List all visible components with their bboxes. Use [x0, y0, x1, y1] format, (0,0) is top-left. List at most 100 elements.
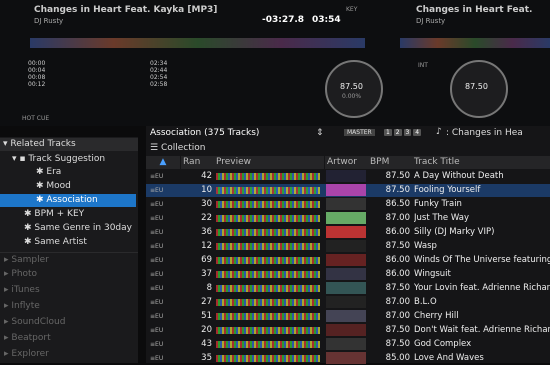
deck-right-waveform[interactable] [400, 38, 550, 48]
music-note-icon: ♪ [436, 127, 442, 137]
row-menu-icon: ≡EU [150, 173, 164, 180]
table-row[interactable]: ≡EU 30 86.50 Funky Train [146, 198, 550, 211]
hot-cue-list: 00:00 00:04 00:08 00:12 [28, 60, 168, 88]
row-menu-icon: ≡EU [150, 215, 164, 222]
preview-waveform[interactable] [216, 338, 320, 351]
table-row[interactable]: ≡EU 51 87.00 Cherry Hill [146, 310, 550, 323]
column-header-preview[interactable]: Preview [214, 156, 324, 169]
source-label: SoundCloud [11, 317, 66, 327]
row-menu-icon: ≡EU [150, 355, 164, 362]
tree-item-association[interactable]: ✱ Association [0, 194, 136, 207]
cue-time[interactable]: 00:00 [28, 60, 168, 67]
row-menu-icon: ≡EU [150, 313, 164, 320]
tree-item-same-artist[interactable]: ✱ Same Artist [24, 236, 87, 249]
preview-waveform[interactable] [216, 184, 320, 197]
deck-left-tempo: 0.00% [342, 93, 362, 100]
preview-waveform[interactable] [216, 324, 320, 337]
deck-button-3[interactable]: 3 [403, 129, 412, 136]
bpm-cell: 86.50 [385, 199, 410, 209]
row-menu-icon: ≡EU [150, 341, 164, 348]
column-header-rank[interactable]: Ran [181, 156, 215, 169]
deck-left-waveform[interactable] [30, 38, 365, 48]
deck-button-1[interactable]: 1 [384, 129, 392, 136]
table-row[interactable]: ≡EU 10 87.50 Fooling Yourself [146, 184, 550, 197]
deck-left-title: Changes in Heart Feat. Kayka [MP3] [34, 5, 218, 15]
sort-up-icon[interactable]: ▲ [146, 156, 180, 169]
asterisk-icon: ✱ [24, 209, 35, 219]
bpm-cell: 87.50 [385, 325, 410, 335]
tree-source-explorer[interactable]: ▸ Explorer [4, 348, 49, 361]
section-title: Related Tracks [10, 139, 76, 149]
collection-label: Collection [160, 143, 206, 153]
tree-item-same-genre[interactable]: ✱ Same Genre in 30day [24, 222, 132, 235]
artwork-thumbnail [326, 184, 366, 197]
deck-left-time-total: 03:54 [312, 15, 341, 25]
column-header-bpm[interactable]: BPM [368, 156, 412, 169]
cue-time[interactable]: 00:08 [28, 74, 168, 81]
preview-waveform[interactable] [216, 310, 320, 323]
sort-chevron-icon[interactable]: ⇕ [316, 128, 324, 138]
preview-waveform[interactable] [216, 254, 320, 267]
preview-waveform[interactable] [216, 296, 320, 309]
cue-time[interactable]: 02:58 [150, 81, 210, 88]
tree-source-beatport[interactable]: ▸ Beatport [4, 332, 51, 345]
bpm-cell: 86.00 [385, 227, 410, 237]
preview-waveform[interactable] [216, 282, 320, 295]
source-label: Inflyte [11, 301, 40, 311]
tree-item-era[interactable]: ✱ Era [36, 166, 61, 179]
cue-time[interactable]: 00:12 [28, 81, 168, 88]
master-button[interactable]: MASTER [344, 129, 375, 136]
related-tracks-header[interactable]: ▾ Related Tracks [0, 138, 138, 151]
cue-time[interactable]: 02:34 [150, 60, 210, 67]
tree-source-inflyte[interactable]: ▸ Inflyte [4, 300, 40, 313]
track-title-cell: Funky Train [414, 199, 462, 209]
artwork-thumbnail [326, 170, 366, 183]
table-row[interactable]: ≡EU 36 86.00 Silly (DJ Marky VIP) [146, 226, 550, 239]
preview-waveform[interactable] [216, 198, 320, 211]
table-row[interactable]: ≡EU 43 87.50 God Complex [146, 338, 550, 351]
table-row[interactable]: ≡EU 69 86.00 Winds Of The Universe featurin… [146, 254, 550, 267]
tree-item-label: Era [46, 167, 62, 177]
rank-cell: 42 [201, 171, 212, 181]
preview-waveform[interactable] [216, 170, 320, 183]
table-row[interactable]: ≡EU 22 87.00 Just The Way [146, 212, 550, 225]
column-header-track-title[interactable]: Track Title [412, 156, 550, 169]
preview-waveform[interactable] [216, 268, 320, 281]
cue-time[interactable]: 00:04 [28, 67, 168, 74]
tree-source-itunes[interactable]: ▸ iTunes [4, 284, 40, 297]
tree-item-label: Same Artist [34, 237, 87, 247]
column-header-artwork[interactable]: Artwor [325, 156, 369, 169]
table-row[interactable]: ≡EU 35 85.00 Love And Waves [146, 352, 550, 365]
table-row[interactable]: ≡EU 8 87.50 Your Lovin feat. Adrienne Richa… [146, 282, 550, 295]
tree-item-mood[interactable]: ✱ Mood [36, 180, 71, 193]
tree-item-track-suggestion[interactable]: ▾ ▪ Track Suggestion [12, 153, 105, 166]
table-row[interactable]: ≡EU 37 86.00 Wingsuit [146, 268, 550, 281]
cue-time[interactable]: 02:54 [150, 74, 210, 81]
row-menu-icon: ≡EU [150, 243, 164, 250]
deck-select[interactable]: 1 2 3 4 [384, 129, 422, 136]
bpm-cell: 86.00 [385, 269, 410, 279]
rank-cell: 27 [201, 297, 212, 307]
track-title-cell: Love And Waves [414, 353, 484, 363]
asterisk-icon: ✱ [36, 195, 47, 205]
preview-waveform[interactable] [216, 212, 320, 225]
source-label: Explorer [11, 349, 49, 359]
deck-left-artist: DJ Rusty [34, 17, 64, 25]
cue-time[interactable]: 02:44 [150, 67, 210, 74]
source-label: iTunes [11, 285, 40, 295]
preview-waveform[interactable] [216, 240, 320, 253]
tree-source-soundcloud[interactable]: ▸ SoundCloud [4, 316, 65, 329]
preview-waveform[interactable] [216, 226, 320, 239]
table-row[interactable]: ≡EU 20 87.50 Don't Wait feat. Adrienne Rich… [146, 324, 550, 337]
table-row[interactable]: ≡EU 12 87.50 Wasp [146, 240, 550, 253]
deck-button-2[interactable]: 2 [393, 129, 402, 136]
tree-item-bpm-key[interactable]: ✱ BPM + KEY [24, 208, 84, 221]
asterisk-icon: ✱ [24, 237, 35, 247]
table-row[interactable]: ≡EU 27 87.00 B.L.O [146, 296, 550, 309]
tree-source-photo[interactable]: ▸ Photo [4, 268, 37, 281]
deck-left-time: -03:27.8 [262, 15, 305, 25]
table-row[interactable]: ≡EU 42 87.50 A Day Without Death [146, 170, 550, 183]
preview-waveform[interactable] [216, 352, 320, 365]
tree-source-sampler[interactable]: ▸ Sampler [4, 254, 49, 267]
deck-button-4[interactable]: 4 [413, 129, 422, 136]
